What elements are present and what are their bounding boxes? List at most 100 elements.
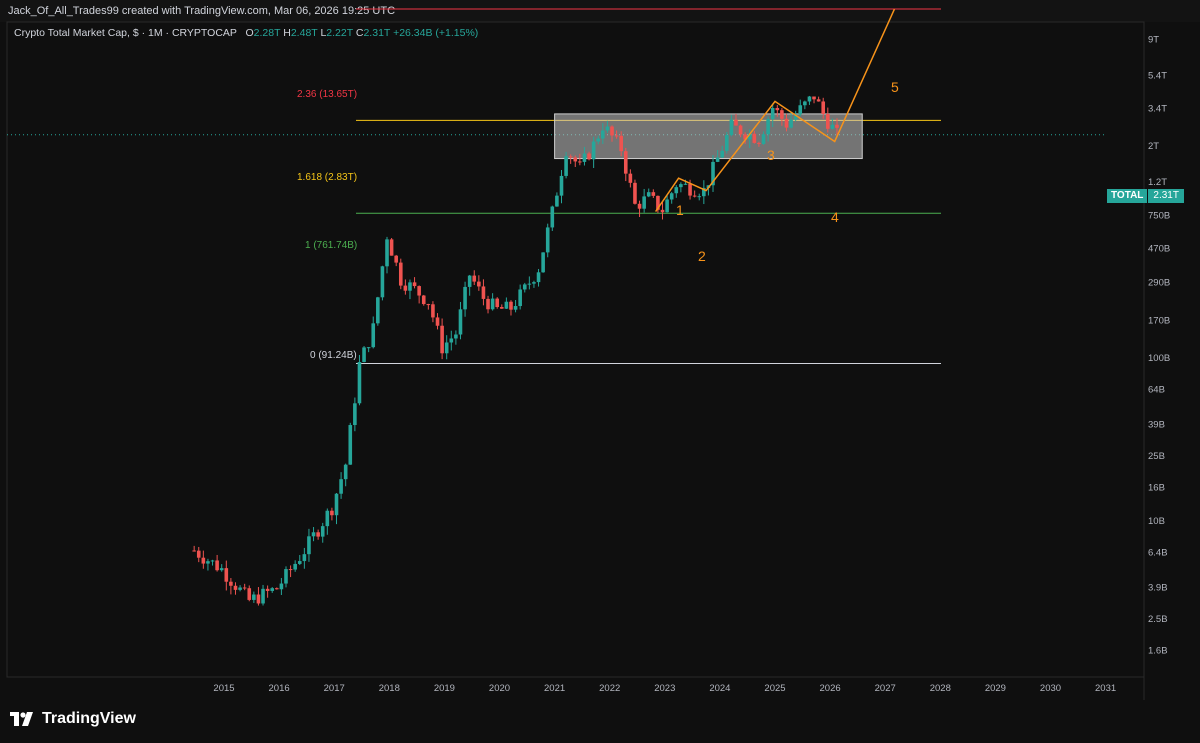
candle-up	[371, 323, 376, 348]
candle-up	[541, 252, 545, 273]
x-tick-label: 2021	[544, 683, 565, 694]
wave-label-3: 3	[767, 147, 775, 163]
candle-down	[578, 161, 582, 163]
x-tick-label: 2028	[930, 683, 951, 694]
x-tick-label: 2026	[820, 683, 841, 694]
candle-up	[408, 282, 412, 291]
y-tick-label: 1.2T	[1148, 177, 1167, 188]
x-tick-label: 2022	[599, 683, 620, 694]
fib-label-0: 0 (91.24B)	[310, 350, 357, 361]
candle-up	[334, 493, 339, 516]
candle-down	[192, 550, 196, 552]
tradingview-logo-icon	[10, 712, 33, 726]
candle-up	[674, 187, 679, 194]
candle-up	[385, 239, 389, 267]
candle-up	[564, 156, 568, 176]
candle-down	[633, 182, 637, 204]
candle-up	[252, 594, 256, 600]
candle-up	[320, 526, 325, 537]
candle-up	[527, 283, 532, 285]
candle-down	[826, 113, 830, 129]
candle-down	[477, 281, 481, 287]
fib-label-1-618: 1.618 (2.83T)	[297, 172, 358, 183]
x-tick-label: 2019	[434, 683, 455, 694]
candle-up	[559, 175, 564, 196]
candle-down	[229, 581, 233, 586]
candle-down	[752, 133, 757, 143]
candle-down	[610, 126, 614, 136]
candle-down	[316, 532, 320, 537]
legend-high-label: H	[283, 27, 291, 39]
candle-up	[463, 286, 467, 310]
legend-close-value: 2.31T	[363, 27, 391, 39]
candle-up	[642, 196, 646, 209]
candle-up	[206, 561, 210, 564]
tradingview-logo[interactable]: TradingView	[10, 710, 136, 728]
candle-down	[288, 569, 293, 571]
candle-up	[582, 153, 587, 162]
candle-down	[201, 557, 206, 564]
legend-change: +26.34B (+1.15%)	[393, 27, 479, 39]
x-tick-label: 2017	[324, 683, 345, 694]
candle-up	[518, 289, 522, 307]
candle-up	[490, 298, 495, 310]
candle-down	[398, 262, 403, 286]
candle-up	[219, 568, 224, 571]
y-tick-label: 25B	[1148, 451, 1165, 462]
candle-up	[449, 338, 454, 343]
candle-down	[481, 286, 486, 299]
candle-up	[504, 301, 509, 309]
wave-label-1: 1	[676, 202, 684, 218]
price-chart[interactable]: 9T 5.4T 3.4T 2T 1.2T 750B 470B 290B 170B 100B 64B 3…	[0, 0, 1200, 743]
candle-up	[803, 101, 807, 106]
price-tag-symbol: TOTAL	[1107, 189, 1148, 203]
candle-up	[293, 563, 297, 570]
candle-down	[614, 135, 619, 137]
candle-up	[720, 150, 724, 158]
y-tick-label: 10B	[1148, 516, 1165, 527]
y-tick-label: 470B	[1148, 243, 1170, 254]
x-tick-label: 2027	[875, 683, 896, 694]
candle-down	[403, 285, 408, 291]
candle-up	[380, 266, 385, 298]
candle-up	[545, 227, 550, 253]
candle-down	[330, 510, 334, 516]
candle-up	[665, 199, 669, 213]
y-tick-label: 64B	[1148, 385, 1165, 396]
candle-down	[821, 101, 826, 114]
candle-up	[729, 119, 734, 136]
candle-up	[376, 297, 380, 324]
candle-down	[421, 295, 426, 305]
candle-up	[555, 195, 559, 207]
y-tick-label: 750B	[1148, 210, 1170, 221]
candle-up	[830, 124, 835, 129]
candle-up	[766, 119, 770, 135]
candle-down	[734, 119, 738, 126]
candle-up	[513, 306, 518, 310]
y-tick-label: 3.4T	[1148, 103, 1167, 114]
x-tick-label: 2029	[985, 683, 1006, 694]
candle-up	[532, 282, 536, 284]
candle-up	[261, 588, 265, 604]
candle-up	[550, 206, 555, 228]
candle-down	[389, 239, 394, 256]
candle-up	[444, 342, 449, 354]
candle-down	[440, 325, 444, 354]
x-tick-label: 2015	[213, 683, 234, 694]
candle-down	[509, 301, 513, 310]
candle-down	[265, 588, 270, 591]
candle-up	[325, 510, 330, 527]
candle-down	[486, 298, 490, 310]
candle-down	[628, 173, 633, 183]
y-tick-label: 39B	[1148, 420, 1165, 431]
legend-open-value: 2.28T	[253, 27, 281, 39]
candle-down	[431, 304, 435, 318]
y-tick-label: 9T	[1148, 34, 1159, 45]
candle-down	[500, 307, 504, 309]
candle-up	[798, 105, 803, 115]
x-tick-label: 2025	[764, 683, 785, 694]
candle-up	[683, 183, 688, 185]
legend-title[interactable]: Crypto Total Market Cap, $ · 1M · CRYPTO…	[14, 27, 237, 39]
candle-up	[669, 193, 674, 200]
candle-down	[417, 286, 421, 296]
